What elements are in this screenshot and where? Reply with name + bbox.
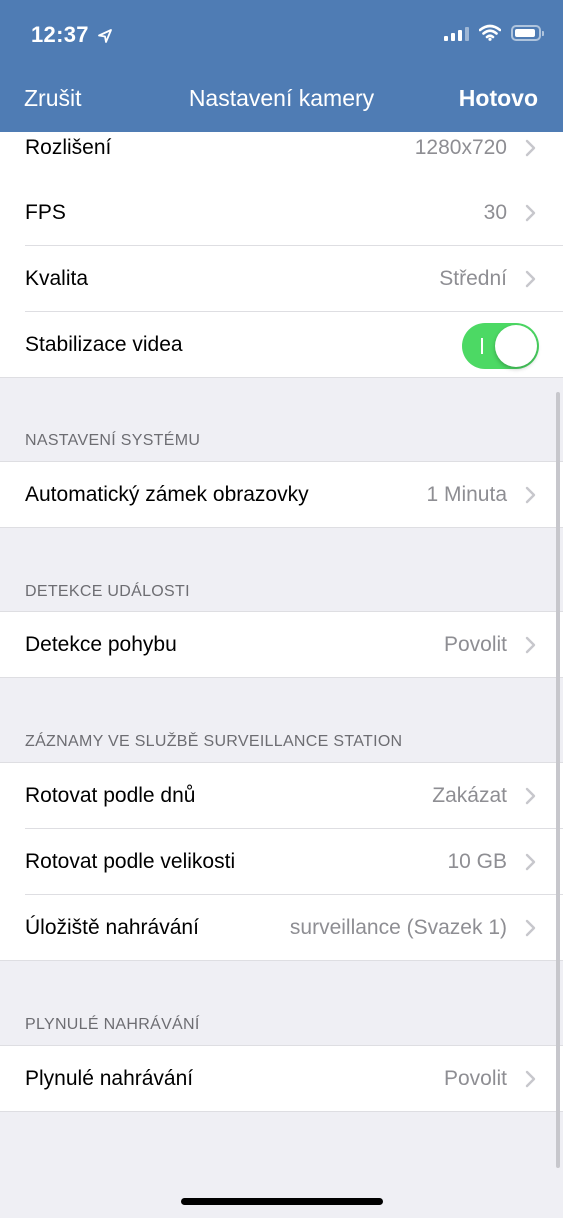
setting-value: 10 GB [447, 850, 507, 873]
chevron-right-icon [525, 853, 536, 871]
chevron-right-icon [525, 636, 536, 654]
navigation-bar: 12:37 Zrušit Nastavení kamery Hotovo [0, 0, 563, 132]
location-arrow-icon [97, 29, 112, 43]
setting-label: Kvalita [25, 267, 89, 290]
setting-label: Rozlišení [25, 136, 112, 159]
setting-label: Úložiště nahrávání [25, 916, 199, 939]
setting-value: 1280x720 [414, 136, 507, 159]
setting-row-rotate-days[interactable]: Rotovat podle dnů Zakázat [0, 763, 563, 829]
setting-row-quality[interactable]: Kvalita Střední [0, 246, 563, 312]
section-header-events: DETEKCE UDÁLOSTI [25, 583, 190, 600]
setting-row-motion-detection[interactable]: Detekce pohybu Povolit [0, 612, 563, 678]
setting-label: FPS [25, 201, 66, 224]
chevron-right-icon [525, 787, 536, 805]
setting-label: Detekce pohybu [25, 633, 177, 656]
battery-icon [511, 24, 544, 41]
done-button[interactable]: Hotovo [459, 85, 538, 112]
status-time-text: 12:37 [31, 22, 89, 47]
section-header-recordings: ZÁZNAMY VE SLUŽBĚ SURVEILLANCE STATION [25, 733, 403, 750]
setting-row-continuous-recording[interactable]: Plynulé nahrávání Povolit [0, 1046, 563, 1112]
setting-value: 1 Minuta [426, 483, 507, 506]
setting-label: Stabilizace videa [25, 333, 183, 356]
settings-list: Rozlišení 1280x720 FPS 30 Kvalita Středn… [0, 132, 563, 1218]
setting-value: Zakázat [432, 784, 507, 807]
setting-value: 30 [483, 201, 507, 224]
section-header-continuous: PLYNULÉ NAHRÁVÁNÍ [25, 1016, 200, 1033]
setting-row-auto-lock[interactable]: Automatický zámek obrazovky 1 Minuta [0, 462, 563, 528]
setting-value: Střední [439, 267, 507, 290]
setting-label: Automatický zámek obrazovky [25, 483, 309, 506]
setting-row-fps[interactable]: FPS 30 [0, 180, 563, 246]
section-header-system: NASTAVENÍ SYSTÉMU [25, 432, 201, 449]
chevron-right-icon [525, 1070, 536, 1088]
toggle-knob [495, 325, 537, 367]
home-indicator[interactable] [181, 1198, 383, 1205]
setting-value: Povolit [443, 1067, 507, 1090]
stabilization-toggle[interactable] [462, 323, 539, 369]
setting-value: surveillance (Svazek 1) [289, 916, 507, 939]
chevron-right-icon [525, 270, 536, 288]
setting-label: Plynulé nahrávání [25, 1067, 194, 1090]
chevron-right-icon [525, 486, 536, 504]
wifi-icon [479, 24, 501, 41]
chevron-right-icon [525, 919, 536, 937]
setting-row-stabilization: Stabilizace videa [0, 312, 563, 378]
chevron-right-icon [525, 204, 536, 222]
setting-row-recording-storage[interactable]: Úložiště nahrávání surveillance (Svazek … [0, 895, 563, 961]
setting-value: Povolit [443, 633, 507, 656]
status-indicators [444, 24, 544, 41]
setting-label: Rotovat podle dnů [25, 784, 196, 807]
scrollbar[interactable] [556, 392, 560, 1168]
setting-row-rotate-size[interactable]: Rotovat podle velikosti 10 GB [0, 829, 563, 895]
setting-label: Rotovat podle velikosti [25, 850, 236, 873]
status-time: 12:37 [31, 22, 113, 48]
chevron-right-icon [525, 139, 536, 157]
setting-row-resolution[interactable]: Rozlišení 1280x720 [0, 132, 563, 181]
cellular-signal-icon [444, 25, 469, 41]
